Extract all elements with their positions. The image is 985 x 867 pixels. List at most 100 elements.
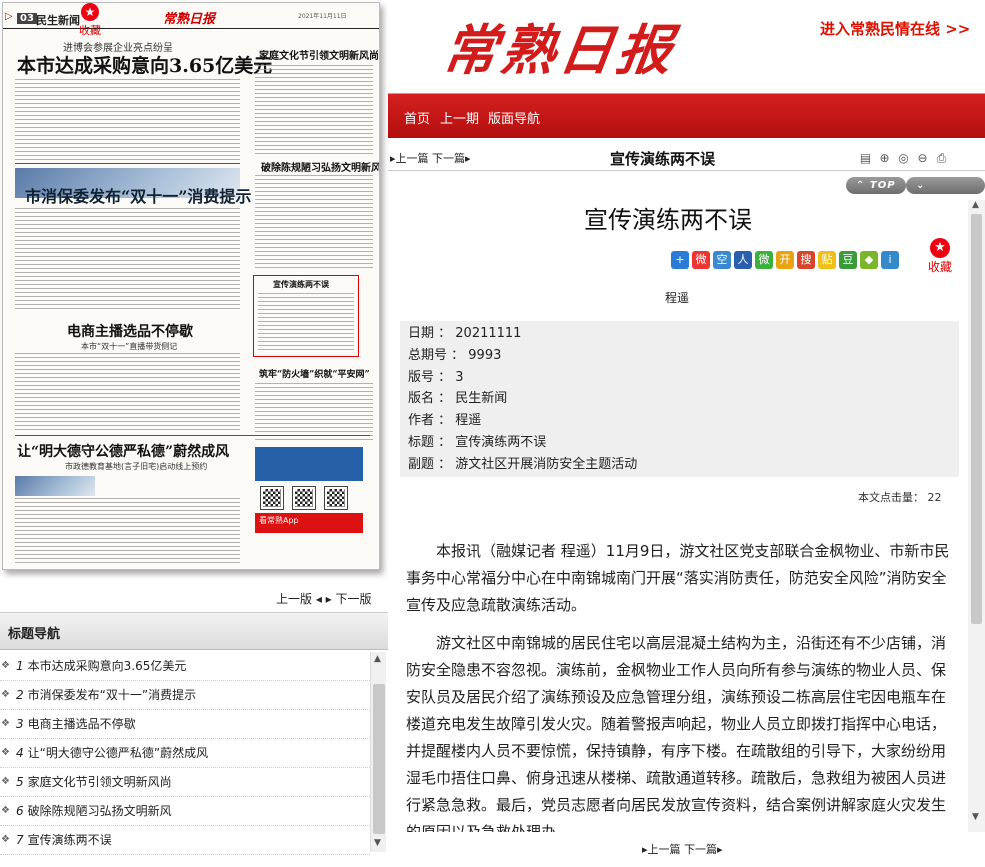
meta-value: 3 [455,369,464,385]
minqing-link[interactable]: 进入常熟民情在线 >> [820,18,970,39]
toc-item[interactable]: ❖ 2 市消保委发布“双十一”消费提示 [0,681,370,710]
nav-layout[interactable]: 版面导航 [488,108,540,127]
headline-7[interactable]: 宣传演练两不误 [273,279,329,290]
wechat-icon[interactable]: 微 [755,251,773,269]
favorite-badge[interactable]: ★ 收藏 [79,3,101,38]
toc-item-index: 2 [16,688,24,702]
headline-5[interactable]: 家庭文化节引领文明新风尚 [259,47,379,62]
article-scrollbar[interactable]: ▲ ▼ [968,200,985,832]
kaixin-icon[interactable]: 开 [776,251,794,269]
paper-header: ▷ 03 民生新闻 常熟日报 2021年11月11日 [3,3,379,29]
headline-4-sub: 市政德教育基地(言子旧宅)启动线上预约 [65,462,208,471]
meta-value: 宣传演练两不误 [455,434,547,450]
article-paragraph: 本报讯（融媒记者 程遥）11月9日，游文社区党支部联合金枫物业、市新市民事务中心… [406,542,950,614]
toc-item-label: 市消保委发布“双十一”消费提示 [27,688,197,702]
renren-icon[interactable]: 人 [734,251,752,269]
favorite-button[interactable]: ★ 收藏 [928,238,952,275]
toc-item[interactable]: ❖ 1 本市达成采购意向3.65亿美元 [0,652,370,681]
toc-item[interactable]: ❖ 6 破除陈规陋习弘扬文明新风 [0,797,370,826]
site-banner: 常熟日报 进入常熟民情在线 >> [388,0,985,93]
tieba-icon[interactable]: 贴 [818,251,836,269]
prev-page-link[interactable]: 上一版 [276,592,312,606]
toc-item-label: 电商主播选品不停歇 [27,717,136,731]
prev-article-link[interactable]: 上一篇 [648,843,681,856]
page-pager: 上一版 ◂ ▸ 下一版 [276,590,372,607]
douban-icon[interactable]: 豆 [839,251,857,269]
scroll-down-icon[interactable]: ▼ [972,812,979,822]
toc-item[interactable]: ❖ 3 电商主播选品不停歇 [0,710,370,739]
share-plus-icon[interactable]: + [671,251,689,269]
bullet-icon: ❖ [1,834,10,845]
meta-row: 作者 ： 程遥 [408,410,951,432]
prev-article-link[interactable]: 上一篇 [396,152,429,165]
share-blue-icon[interactable]: i [881,251,899,269]
meta-row: 总期号 ： 9993 [408,345,951,367]
page-number: 03 [17,13,37,24]
headline-3-sub: 本市“双十一”直播带货侧记 [81,342,178,351]
toc-item[interactable]: ❖ 7 宣传演练两不误 [0,826,370,855]
scroll-down-icon[interactable]: ▼ [374,838,381,848]
headline-6[interactable]: 破除陈规陋习弘扬文明新风 [261,159,379,174]
site-logo[interactable]: 常熟日报 [438,6,681,85]
toc-item[interactable]: ❖ 4 让“明大德守公德严私德”蔚然成风 [0,739,370,768]
zoom-in-icon[interactable]: ⊕ [877,151,892,166]
corner-arrow-icon: ▷ [5,11,13,22]
bottom-button[interactable]: ⌄ BOTTOM [906,177,985,208]
headline-2[interactable]: 市消保委发布“双十一”消费提示 [25,183,251,207]
article-6-text [255,175,373,271]
scroll-up-icon[interactable]: ▲ [972,200,979,210]
nav-home[interactable]: 首页 [404,108,430,127]
top-button[interactable]: ⌃ TOP [846,177,906,194]
toc-item-index: 5 [16,775,24,789]
toc-item-label: 让“明大德守公德严私德”蔚然成风 [27,746,209,760]
share-bar: + 微空人微开搜贴豆 ◆ i [671,248,902,269]
toc-item-index: 1 [16,659,24,673]
epaper-page: ▷ 03 民生新闻 常熟日报 2021年11月11日 ★ 收藏 进博会参展企业亮… [0,0,985,867]
top-label: TOP [869,180,896,191]
toc-item[interactable]: ❖ 5 家庭文化节引领文明新风尚 [0,768,370,797]
article-paragraph: 游文社区中南锦城的居民住宅以高层混凝土结构为主，沿街还有不少店铺，消防安全隐患不… [406,634,947,832]
toc-title: 标题导航 [8,627,61,642]
zoom-reset-icon[interactable]: ◎ [896,151,911,166]
favorite-label: 收藏 [928,260,953,274]
triangle-icon: ▸ [465,152,471,165]
toc-scrollbar[interactable]: ▲ ▼ [370,652,386,852]
article-7-text [258,293,354,353]
meta-key: 作者 [408,413,435,429]
nav-previous-issue[interactable]: 上一期 [440,108,479,127]
meta-row: 标题 ： 宣传演练两不误 [408,432,951,454]
next-article-link[interactable]: 下一篇 [684,843,717,856]
next-page-link[interactable]: 下一版 [336,592,372,606]
meta-key: 版名 [408,391,435,407]
zoom-out-icon[interactable]: ⊖ [915,151,930,166]
qr-code-icon [260,486,284,510]
toolbar-title: 宣传演练两不误 [610,150,716,168]
main-nav: 首页 上一期 版面导航 [388,93,985,138]
toc-item-index: 4 [16,746,24,760]
hit-count-label: 本文点击量： [858,491,924,504]
scroll-thumb[interactable] [373,684,385,834]
qzone-icon[interactable]: 空 [713,251,731,269]
notepad-icon[interactable]: ▤ [858,151,873,166]
meta-key: 总期号 [408,347,448,363]
headline-1[interactable]: 本市达成采购意向3.65亿美元 [17,51,272,78]
meta-sep: ： [434,434,456,450]
ad-banner [255,447,363,481]
next-article-link[interactable]: 下一篇 [432,152,465,165]
sohu-icon[interactable]: 搜 [797,251,815,269]
print-icon[interactable]: ⎙ [934,151,949,166]
scroll-up-icon[interactable]: ▲ [374,654,381,664]
share-green-icon[interactable]: ◆ [860,251,878,269]
scroll-thumb[interactable] [971,214,982,624]
bullet-icon: ❖ [1,805,10,816]
newspaper-page-image[interactable]: ▷ 03 民生新闻 常熟日报 2021年11月11日 ★ 收藏 进博会参展企业亮… [2,2,380,570]
article-content: 宣传演练两不误 + 微空人微开搜贴豆 ◆ i ★ 收藏 程遥 日期 ： 2021111… [388,200,968,832]
bullet-icon: ❖ [1,689,10,700]
headline-8[interactable]: 筑牢“防火墙”织就“平安网” [259,367,370,380]
toc-item-label: 家庭文化节引领文明新风尚 [27,775,172,789]
toc-item-index: 7 [16,833,24,847]
headline-3[interactable]: 电商主播选品不停歇 [67,321,193,341]
weibo-icon[interactable]: 微 [692,251,710,269]
headline-4[interactable]: 让“明大德守公德严私德”蔚然成风 [17,441,229,461]
article-toolbar: ▸上一篇 下一篇▸ 宣传演练两不误 ▤ ⊕ ◎ ⊖ ⎙ [388,143,985,171]
